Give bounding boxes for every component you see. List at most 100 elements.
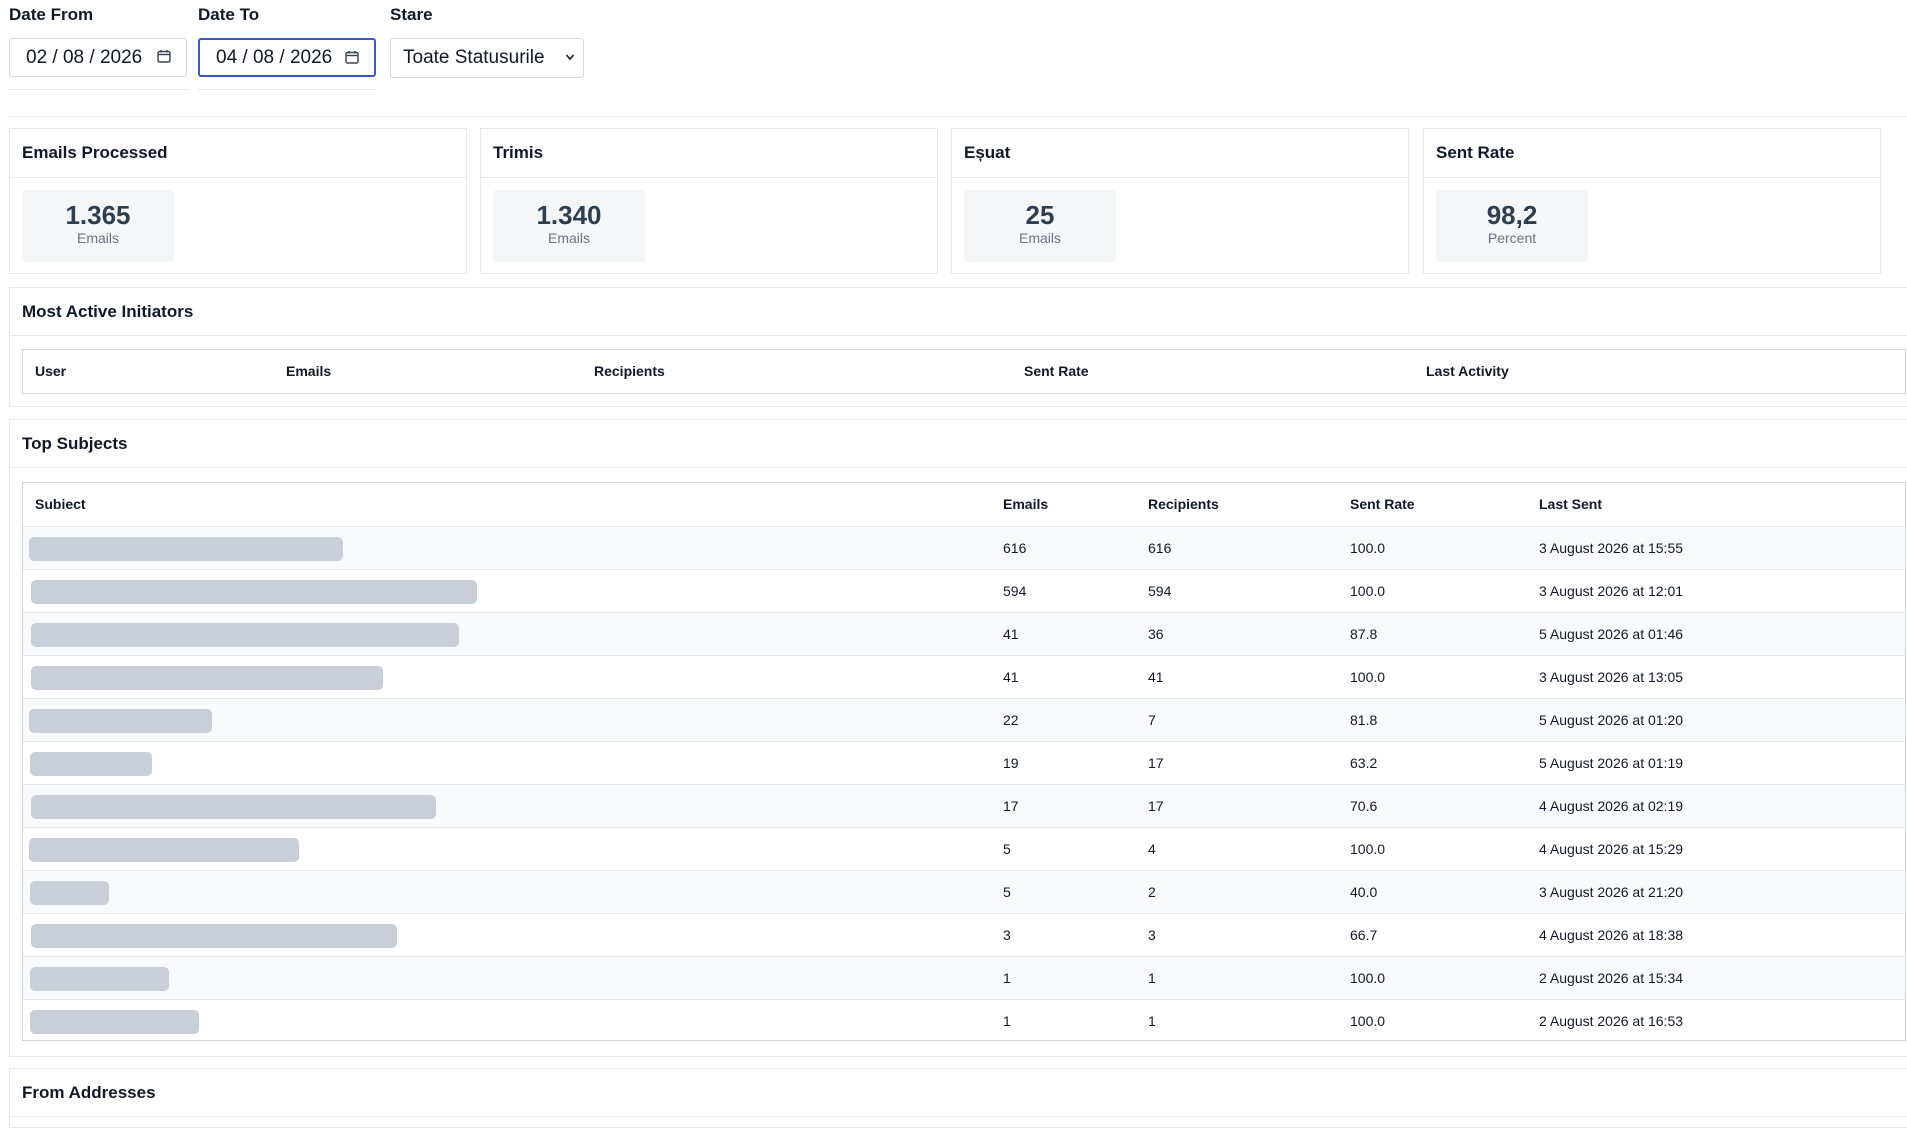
- column-header-emails[interactable]: Emails: [1003, 496, 1048, 512]
- top-subjects-table: Subiect Emails Recipients Sent Rate Last…: [22, 482, 1906, 1041]
- initiators-panel: Most Active Initiators User Emails Recip…: [9, 287, 1907, 407]
- redacted-subject: [29, 537, 343, 561]
- last-sent-cell: 3 August 2026 at 15:55: [1539, 540, 1684, 556]
- table-row[interactable]: 1 1 100.0 2 August 2026 at 16:53: [23, 999, 1905, 1042]
- recipients-cell: 616: [1148, 540, 1172, 556]
- stat-box: 98,2 Percent: [1436, 190, 1588, 262]
- column-header-sent-rate[interactable]: Sent Rate: [1350, 496, 1415, 512]
- table-row[interactable]: 3 3 66.7 4 August 2026 at 18:38: [23, 913, 1905, 956]
- column-header-recipients[interactable]: Recipients: [594, 363, 665, 379]
- stat-unit: Emails: [1018, 230, 1061, 246]
- table-row[interactable]: 17 17 70.6 4 August 2026 at 02:19: [23, 784, 1905, 827]
- table-row[interactable]: 41 41 100.0 3 August 2026 at 13:05: [23, 655, 1905, 698]
- sent-rate-cell: 40.0: [1350, 884, 1378, 900]
- column-header-subject[interactable]: Subiect: [35, 496, 86, 512]
- table-row[interactable]: 19 17 63.2 5 August 2026 at 01:19: [23, 741, 1905, 784]
- initiators-title: Most Active Initiators: [10, 288, 1907, 336]
- sent-rate-cell: 66.7: [1350, 927, 1378, 943]
- last-sent-cell: 5 August 2026 at 01:46: [1539, 626, 1684, 642]
- table-row[interactable]: 5 4 100.0 4 August 2026 at 15:29: [23, 827, 1905, 870]
- redacted-subject: [31, 924, 397, 948]
- date-to-input[interactable]: 04 / 08 / 2026: [198, 38, 376, 77]
- recipients-cell: 41: [1148, 669, 1164, 685]
- stat-value: 98,2: [1486, 200, 1538, 230]
- sent-rate-cell: 100.0: [1350, 841, 1386, 857]
- initiators-table: User Emails Recipients Sent Rate Last Ac…: [22, 349, 1906, 394]
- sent-rate-cell: 100.0: [1350, 540, 1386, 556]
- stat-card-emails-processed: Emails Processed 1.365 Emails: [9, 128, 467, 274]
- date-to-label: Date To: [198, 5, 260, 24]
- stat-card-title: Sent Rate: [1424, 129, 1880, 178]
- emails-cell: 41: [1003, 626, 1019, 642]
- stat-card-title: Trimis: [481, 129, 937, 178]
- stat-box: 1.365 Emails: [22, 190, 174, 262]
- calendar-icon[interactable]: [157, 49, 171, 63]
- stat-box: 1.340 Emails: [493, 190, 645, 262]
- status-select[interactable]: Toate Statusurile: [390, 38, 584, 78]
- sent-rate-cell: 87.8: [1350, 626, 1378, 642]
- emails-cell: 22: [1003, 712, 1019, 728]
- table-row[interactable]: 5 2 40.0 3 August 2026 at 21:20: [23, 870, 1905, 913]
- status-select-value: Toate Statusurile: [403, 47, 545, 68]
- table-row[interactable]: 22 7 81.8 5 August 2026 at 01:20: [23, 698, 1905, 741]
- calendar-icon[interactable]: [345, 50, 359, 64]
- date-from-underline: [9, 89, 187, 90]
- last-sent-cell: 5 August 2026 at 01:20: [1539, 712, 1684, 728]
- date-from-value: 02 / 08 / 2026: [26, 46, 143, 68]
- emails-cell: 3: [1003, 927, 1011, 943]
- column-header-emails[interactable]: Emails: [286, 363, 331, 379]
- last-sent-cell: 4 August 2026 at 02:19: [1539, 798, 1684, 814]
- last-sent-cell: 3 August 2026 at 21:20: [1539, 884, 1684, 900]
- date-from-label: Date From: [9, 5, 94, 24]
- column-header-recipients[interactable]: Recipients: [1148, 496, 1219, 512]
- top-subjects-title: Top Subjects: [10, 420, 1907, 468]
- recipients-cell: 2: [1148, 884, 1156, 900]
- last-sent-cell: 2 August 2026 at 16:53: [1539, 1013, 1684, 1029]
- emails-cell: 19: [1003, 755, 1019, 771]
- emails-cell: 1: [1003, 1013, 1011, 1029]
- recipients-cell: 4: [1148, 841, 1156, 857]
- stat-box: 25 Emails: [964, 190, 1116, 262]
- emails-cell: 5: [1003, 884, 1011, 900]
- redacted-subject: [30, 967, 169, 991]
- from-addresses-title: From Addresses: [10, 1069, 1907, 1117]
- sent-rate-cell: 100.0: [1350, 583, 1386, 599]
- last-sent-cell: 3 August 2026 at 13:05: [1539, 669, 1684, 685]
- recipients-cell: 1: [1148, 970, 1156, 986]
- recipients-cell: 7: [1148, 712, 1156, 728]
- sent-rate-cell: 63.2: [1350, 755, 1378, 771]
- column-header-sent-rate[interactable]: Sent Rate: [1024, 363, 1089, 379]
- table-row[interactable]: 594 594 100.0 3 August 2026 at 12:01: [23, 569, 1905, 612]
- stat-card-title: Eșuat: [952, 129, 1408, 178]
- stat-card-title: Emails Processed: [10, 129, 466, 178]
- recipients-cell: 17: [1148, 755, 1164, 771]
- stat-value: 1.365: [65, 200, 131, 230]
- recipients-cell: 1: [1148, 1013, 1156, 1029]
- redacted-subject: [31, 666, 383, 690]
- sent-rate-cell: 100.0: [1350, 1013, 1386, 1029]
- stat-value: 1.340: [536, 200, 602, 230]
- last-sent-cell: 4 August 2026 at 18:38: [1539, 927, 1684, 943]
- last-sent-cell: 4 August 2026 at 15:29: [1539, 841, 1684, 857]
- recipients-cell: 594: [1148, 583, 1172, 599]
- redacted-subject: [31, 623, 459, 647]
- redacted-subject: [31, 795, 436, 819]
- redacted-subject: [31, 580, 477, 604]
- chevron-down-icon: [565, 54, 575, 61]
- date-to-underline: [198, 89, 376, 90]
- column-header-user[interactable]: User: [35, 363, 66, 379]
- last-sent-cell: 5 August 2026 at 01:19: [1539, 755, 1684, 771]
- table-row[interactable]: 1 1 100.0 2 August 2026 at 15:34: [23, 956, 1905, 999]
- date-from-input[interactable]: 02 / 08 / 2026: [9, 38, 187, 77]
- column-header-last-activity[interactable]: Last Activity: [1426, 363, 1509, 379]
- last-sent-cell: 3 August 2026 at 12:01: [1539, 583, 1684, 599]
- stat-card-sent: Trimis 1.340 Emails: [480, 128, 938, 274]
- emails-cell: 5: [1003, 841, 1011, 857]
- stat-card-sent-rate: Sent Rate 98,2 Percent: [1423, 128, 1881, 274]
- table-row[interactable]: 41 36 87.8 5 August 2026 at 01:46: [23, 612, 1905, 655]
- stat-unit: Emails: [547, 230, 590, 246]
- column-header-last-sent[interactable]: Last Sent: [1539, 496, 1602, 512]
- table-row[interactable]: 616 616 100.0 3 August 2026 at 15:55: [23, 526, 1905, 569]
- stat-unit: Emails: [76, 230, 119, 246]
- redacted-subject: [30, 881, 109, 905]
